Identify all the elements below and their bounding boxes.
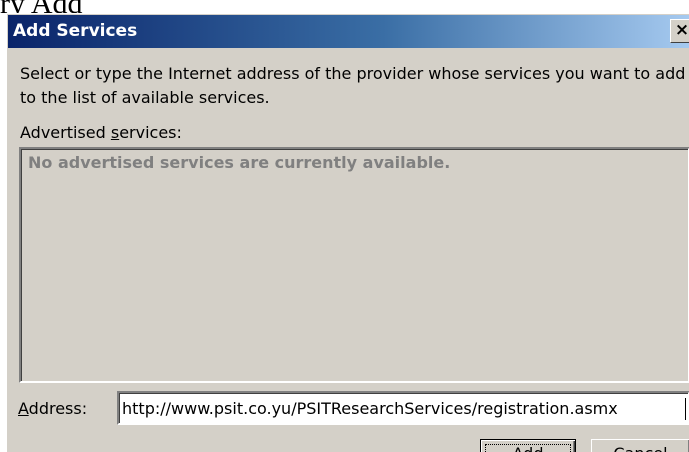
mnemonic-s: s — [110, 123, 120, 142]
advertised-services-label: Advertised services: — [20, 123, 182, 142]
close-button[interactable]: × — [670, 19, 689, 43]
dialog-description: Select or type the Internet address of t… — [20, 64, 686, 107]
empty-list-message: No advertised services are currently ava… — [28, 153, 451, 172]
focus-ring — [485, 444, 571, 452]
cancel-button[interactable]: Cancel — [591, 439, 689, 452]
dialog-titlebar[interactable]: Add Services × — [8, 15, 689, 48]
dialog-title: Add Services — [13, 21, 138, 41]
mnemonic-a: A — [18, 399, 29, 418]
close-icon: × — [674, 20, 689, 40]
address-input[interactable]: http://www.psit.co.yu/PSITResearchServic… — [117, 391, 689, 425]
add-services-dialog: Add Services × Select or type the Intern… — [6, 13, 689, 452]
address-value: http://www.psit.co.yu/PSITResearchServic… — [122, 399, 618, 418]
add-button[interactable]: Add — [480, 439, 576, 452]
text-caret — [685, 398, 686, 420]
advertised-services-list[interactable]: No advertised services are currently ava… — [19, 147, 689, 383]
address-label: Address: — [18, 399, 88, 418]
